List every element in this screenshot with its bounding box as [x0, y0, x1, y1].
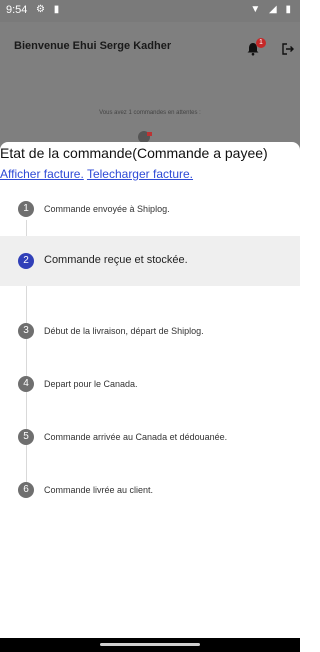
status-bar: 9:54 ⚙ ▮ ▼ ◢ ▮	[0, 0, 300, 22]
pending-orders-text: Vous avez 1 commandes en attentes :	[99, 110, 201, 116]
step-label: Début de la livraison, départ de Shiplog…	[44, 326, 204, 336]
step-label: Commande envoyée à Shiplog.	[44, 204, 170, 214]
show-invoice-link[interactable]: Afficher facture.	[0, 167, 84, 181]
status-time: 9:54	[6, 4, 28, 16]
status-notification-icons: ⚙ ▮	[36, 4, 63, 15]
status-step-5: 5 Commande arrivée au Canada et dédouané…	[0, 420, 300, 454]
step-label: Commande reçue et stockée.	[44, 254, 188, 266]
download-invoice-link[interactable]: Telecharger facture.	[87, 167, 193, 181]
sheet-title: Etat de la commande(Commande a payee)	[0, 145, 268, 161]
step-number-badge: 1	[18, 201, 34, 217]
step-label: Commande arrivée au Canada et dédouanée.	[44, 432, 228, 442]
step-number-badge: 4	[18, 376, 34, 392]
navigation-bar	[0, 638, 300, 652]
step-number-badge: 6	[18, 482, 34, 498]
invoice-links: Afficher facture. Telecharger facture.	[0, 167, 193, 181]
logout-icon[interactable]	[281, 42, 295, 56]
step-number-badge: 3	[18, 323, 34, 339]
home-gesture-handle[interactable]	[100, 643, 200, 646]
status-step-4: 4 Depart pour le Canada.	[0, 367, 300, 401]
welcome-title: Bienvenue Ehui Serge Kadher	[14, 40, 172, 52]
status-system-icons: ▼ ◢ ▮	[250, 4, 294, 15]
app-bar: Bienvenue Ehui Serge Kadher 1	[0, 22, 300, 82]
status-step-6: 6 Commande livrée au client.	[0, 473, 300, 507]
notification-badge: 1	[256, 38, 266, 48]
step-number-badge: 2	[18, 253, 34, 269]
status-step-3: 3 Début de la livraison, départ de Shipl…	[0, 314, 300, 348]
order-status-sheet: Etat de la commande(Commande a payee) Af…	[0, 142, 300, 638]
status-step-2: 2 Commande reçue et stockée.	[0, 236, 300, 286]
status-step-1: 1 Commande envoyée à Shiplog.	[0, 192, 300, 226]
step-number-badge: 5	[18, 429, 34, 445]
step-label: Depart pour le Canada.	[44, 379, 138, 389]
step-label: Commande livrée au client.	[44, 485, 154, 495]
